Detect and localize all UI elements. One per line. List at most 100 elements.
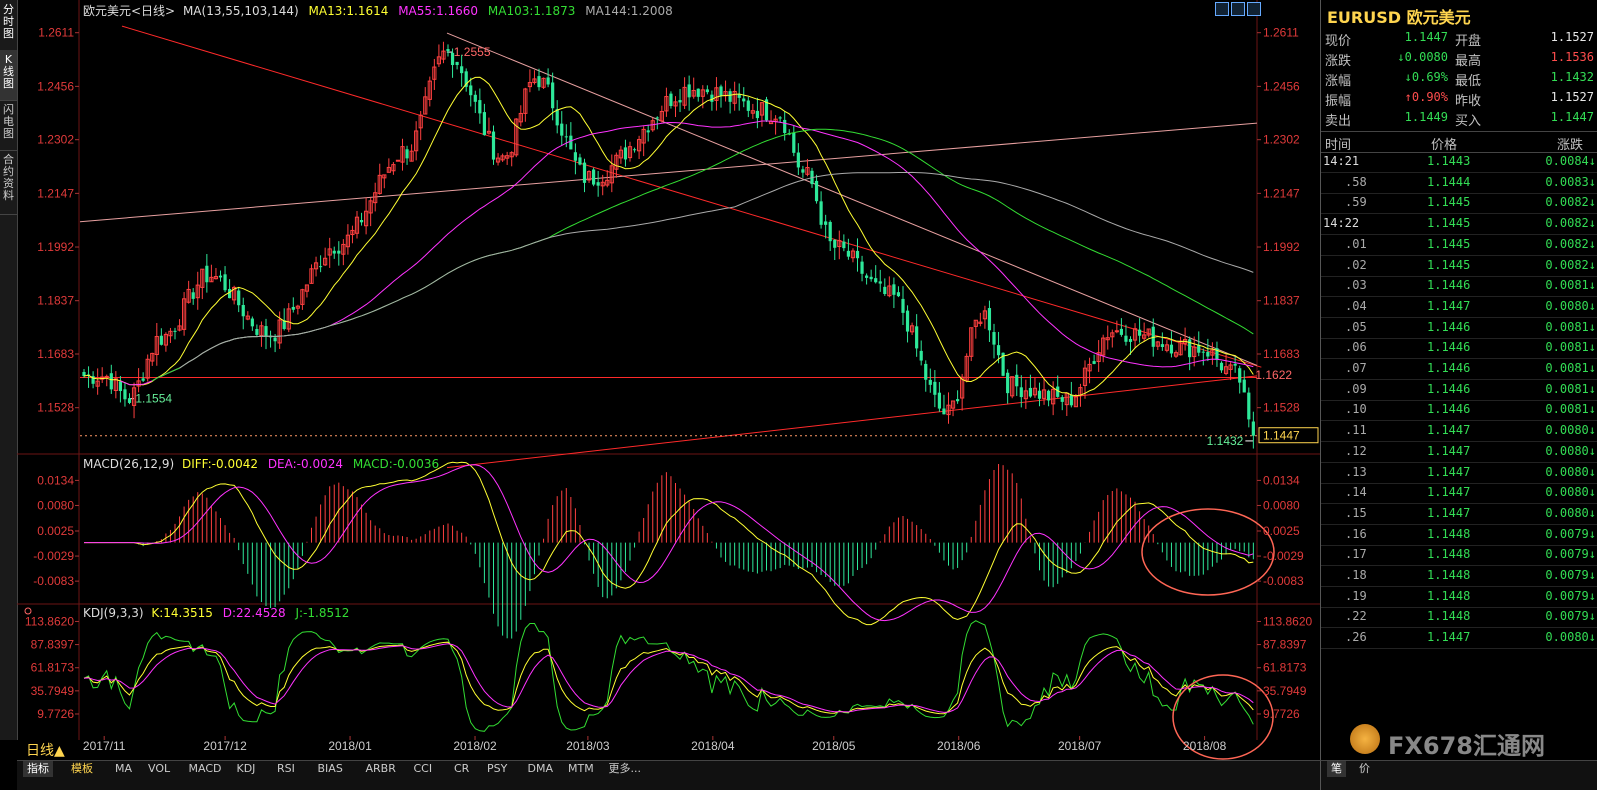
quote-row: 现价 1.1447 开盘 1.1527: [1321, 28, 1597, 49]
candle-body: [578, 157, 582, 165]
candle-body: [828, 221, 832, 242]
indicator-tab[interactable]: ARBR: [362, 761, 400, 777]
y-tick-label-right: 1.1837: [1263, 294, 1300, 308]
expand-icon[interactable]: [1231, 2, 1245, 16]
tick-time: .22: [1345, 609, 1367, 624]
tick-price: 1.1445: [1427, 216, 1471, 231]
candle-body: [1119, 328, 1123, 335]
indicator-tab[interactable]: BIAS: [314, 761, 347, 777]
ma55-line: [120, 120, 1254, 386]
candle-body: [783, 119, 787, 133]
tick-row: .18 1.1448 0.0079↓: [1321, 565, 1597, 587]
tab-price-volume[interactable]: 价: [1355, 761, 1374, 777]
quote-row: 卖出 1.1449 买入 1.1447: [1321, 108, 1597, 129]
tab-k-chart[interactable]: K线图: [0, 50, 17, 101]
quote-row: 涨跌 ↓0.0080 最高 1.1536: [1321, 48, 1597, 69]
indicator-tab[interactable]: CR: [450, 761, 473, 777]
tick-time: .59: [1345, 195, 1367, 210]
candle-body: [801, 169, 805, 173]
back-icon[interactable]: [1247, 2, 1261, 16]
tick-time: .06: [1345, 340, 1367, 355]
tab-time-chart[interactable]: 分时图: [0, 0, 17, 51]
window-controls: [1215, 2, 1263, 16]
candle-body: [728, 91, 732, 102]
indicator-tab[interactable]: RSI: [273, 761, 299, 777]
candle-body: [842, 241, 846, 249]
tick-row: .15 1.1447 0.0080↓: [1321, 503, 1597, 525]
candle-body: [228, 288, 232, 299]
indicator-tab[interactable]: MA: [111, 761, 136, 777]
tick-time: .15: [1345, 505, 1367, 520]
indicator-tab[interactable]: 模板: [67, 761, 97, 777]
tab-flash-chart[interactable]: 闪电图: [0, 100, 17, 151]
tick-row: .17 1.1448 0.0079↓: [1321, 544, 1597, 567]
tick-row: .05 1.1446 0.0081↓: [1321, 317, 1597, 339]
tick-price: 1.1448: [1427, 588, 1471, 603]
candle-body: [919, 350, 923, 361]
candle-body: [395, 159, 401, 162]
tick-row: .58 1.1444 0.0083↓: [1321, 172, 1597, 194]
tab-tick-by-tick[interactable]: 笔: [1327, 761, 1346, 777]
candle-body: [860, 261, 864, 274]
tab-contract-info[interactable]: 合约资料: [0, 150, 17, 215]
tick-change: 0.0080↓: [1545, 485, 1596, 500]
coin-icon: [1350, 724, 1380, 754]
candle-body: [915, 326, 919, 349]
ma103-line: [151, 128, 1254, 382]
quote-value: 1.1449: [1404, 110, 1448, 124]
ma55-value: MA55:1.1660: [398, 4, 479, 18]
chart-symbol: 欧元美元<日线>: [83, 4, 176, 18]
candle-body: [1206, 352, 1210, 357]
candle-body: [1114, 330, 1119, 333]
quote-row: 振幅 ↑0.90% 昨收 1.1527: [1321, 88, 1597, 109]
candle-body: [473, 94, 477, 102]
tick-change: 0.0081↓: [1545, 381, 1596, 396]
indicator-tab[interactable]: PSY: [483, 761, 511, 777]
candle-body: [592, 169, 596, 185]
chart-canvas[interactable]: 1.2555 1.1554 1.1622 1.1432 1.1447 1.2611 1.2…: [17, 0, 1320, 760]
candle-body: [332, 250, 336, 254]
kdj-name[interactable]: KDJ(9,3,3): [83, 606, 144, 620]
tick-price: 1.1448: [1427, 609, 1471, 624]
tick-row: .14 1.1447 0.0080↓: [1321, 482, 1597, 505]
tick-time: .05: [1345, 319, 1367, 334]
candle-body: [819, 201, 823, 225]
tick-time: .17: [1345, 547, 1367, 562]
indicator-tab[interactable]: CCI: [410, 761, 437, 777]
indicator-tab[interactable]: DMA: [524, 761, 558, 777]
y-tick-label-right: 1.2611: [1263, 26, 1299, 40]
candle-body: [469, 85, 473, 96]
tick-time: .03: [1345, 278, 1367, 293]
quote-label: 涨跌: [1325, 54, 1352, 69]
tick-price: 1.1445: [1427, 195, 1471, 210]
quote-panel: EURUSD 欧元美元 现价 1.1447 开盘 1.1527 涨跌 ↓0.0080 最高 1…: [1320, 0, 1597, 760]
candle-body: [123, 389, 127, 400]
indicator-tab[interactable]: MACD: [185, 761, 226, 777]
restore-icon[interactable]: [1215, 2, 1229, 16]
tick-price: 1.1446: [1427, 278, 1471, 293]
indicator-tab[interactable]: 指标: [23, 761, 53, 777]
quote-label: 最高: [1455, 54, 1482, 69]
quote-value: 1.1527: [1550, 30, 1594, 44]
tick-change: 0.0081↓: [1545, 319, 1596, 334]
candle-body: [555, 109, 559, 126]
indicator-tab[interactable]: KDJ: [233, 761, 260, 777]
period-selector[interactable]: 日线▲: [26, 740, 65, 760]
tick-change: 0.0082↓: [1545, 236, 1596, 251]
candle-body: [1124, 335, 1128, 342]
ma-settings[interactable]: MA(13,55,103,144): [183, 4, 299, 18]
tick-row: .04 1.1447 0.0080↓: [1321, 296, 1597, 318]
candle-body: [482, 112, 486, 136]
tick-row: 14:21 1.1443 0.0084↓: [1321, 151, 1597, 173]
indicator-tab[interactable]: VOL: [144, 761, 174, 777]
macd-name[interactable]: MACD(26,12,9): [83, 457, 174, 471]
candle-body: [678, 100, 682, 103]
indicator-tab[interactable]: MTM: [564, 761, 598, 777]
kdj-k-line: [83, 641, 1254, 715]
watermark-text: FX678汇通网: [1388, 732, 1545, 760]
x-tick-label: 2018/01: [328, 739, 372, 753]
indicator-tab[interactable]: 更多...: [605, 761, 646, 777]
tick-row: 14:22 1.1445 0.0082↓: [1321, 213, 1597, 236]
candle-body: [878, 281, 882, 284]
tick-time: .26: [1345, 630, 1367, 645]
